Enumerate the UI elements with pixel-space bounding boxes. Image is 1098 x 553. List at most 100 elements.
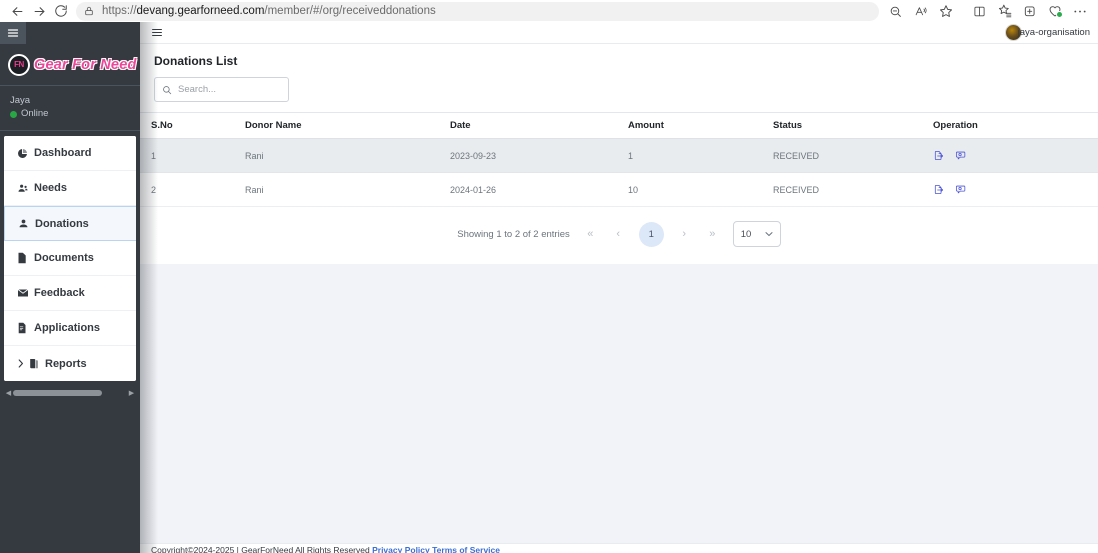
sidebar-item-donations[interactable]: Donations [4,206,136,241]
last-page-button[interactable]: » [705,228,720,240]
user-menu-label: jaya-organisation [1017,27,1090,38]
export-document-icon[interactable] [933,150,944,161]
search-icon [162,85,172,95]
hamburger-icon[interactable] [151,27,163,38]
column-header-amount[interactable]: Amount [628,112,773,139]
donations-card: Donations List S.No Donor Name Date Amou… [140,44,1098,264]
column-header-status[interactable]: Status [773,112,933,139]
scroll-left-arrow-icon[interactable]: ◀ [4,389,13,397]
cell-amount: 1 [628,138,773,173]
sidebar-item-dashboard[interactable]: Dashboard [4,136,136,171]
status-badge [1056,11,1063,18]
cell-sno: 2 [140,172,245,207]
sidebar-user-status-label: Online [21,108,49,119]
add-tab-group-icon[interactable] [1017,1,1042,21]
back-arrow-icon[interactable] [6,1,28,21]
sidebar-item-label: Feedback [34,287,85,299]
top-navbar: jaya-organisation [140,22,1098,44]
brand-badge-icon: FN [8,53,30,76]
column-header-date[interactable]: Date [450,112,628,139]
reload-icon[interactable] [50,1,72,21]
sidebar-item-feedback[interactable]: Feedback [4,276,136,311]
pagination: Showing 1 to 2 of 2 entries « ‹ 1 › » 10 [140,207,1098,264]
previous-page-button[interactable]: ‹ [611,228,626,240]
sidebar-item-applications[interactable]: Applications [4,311,136,346]
page-size-select[interactable]: 10 [732,221,781,247]
sidebar-item-documents[interactable]: Documents [4,241,136,276]
donation-hand-icon [18,218,33,229]
split-screen-icon[interactable] [967,1,992,21]
sidebar-item-label: Needs [34,182,68,194]
url-text: https://devang.gearforneed.com/member/#/… [102,5,436,17]
envelope-icon [17,288,32,298]
search-box[interactable] [154,77,289,102]
browser-essentials-icon[interactable] [1042,1,1067,21]
table-row[interactable]: 1 Rani 2023-09-23 1 RECEIVED [140,138,1098,173]
lock-icon [84,6,94,16]
footer-copyright: Copyright©2024-2025 | GearForNeed All Ri… [151,545,373,553]
brand-logo[interactable]: FN Gear For Need [0,44,140,86]
chevron-right-icon [17,359,28,368]
search-input[interactable] [178,84,281,95]
read-aloud-icon[interactable] [908,1,933,21]
forward-arrow-icon[interactable] [28,1,50,21]
donations-table: S.No Donor Name Date Amount Status Opera… [140,112,1098,207]
view-comment-icon[interactable] [955,150,966,161]
first-page-button[interactable]: « [583,228,598,240]
pagination-info: Showing 1 to 2 of 2 entries [457,228,570,240]
sidebar-user-panel: Jaya Online [0,86,140,131]
terms-of-service-link[interactable]: Terms of Service [432,545,500,553]
settings-more-icon[interactable] [1067,1,1092,21]
sidebar-user-status: Online [10,107,140,121]
zoom-out-icon[interactable] [883,1,908,21]
sidebar-item-label: Reports [45,357,87,370]
cell-status: RECEIVED [773,172,933,207]
sidebar-item-label: Dashboard [34,147,92,159]
cell-sno: 1 [140,138,245,173]
cell-donor: Rani [245,172,450,207]
view-comment-icon[interactable] [955,184,966,195]
user-menu[interactable]: jaya-organisation [1004,24,1090,41]
sidebar-item-needs[interactable]: Needs [4,171,136,206]
next-page-button[interactable]: › [677,228,692,240]
chevron-down-icon [765,230,773,239]
sidebar-item-label: Documents [34,252,94,264]
export-document-icon[interactable] [933,184,944,195]
dashboard-pie-icon [17,148,32,159]
sidebar-item-label: Applications [34,322,101,334]
main-content: jaya-organisation Donations List S.No Do… [140,22,1098,553]
reports-book-icon [28,358,43,370]
table-row[interactable]: 2 Rani 2024-01-26 10 RECEIVED [140,172,1098,207]
cell-operation [933,172,1098,207]
column-header-operation: Operation [933,112,1098,139]
cell-status: RECEIVED [773,138,933,173]
table-head: S.No Donor Name Date Amount Status Opera… [140,112,1098,139]
privacy-policy-link[interactable]: Privacy Policy [372,545,430,553]
favorite-star-icon[interactable] [933,1,958,21]
column-header-sno[interactable]: S.No [140,112,245,139]
cell-date: 2023-09-23 [450,138,628,173]
app-page: FN Gear For Need Jaya Online Dashboard N [0,22,1098,553]
application-file-icon [17,322,32,334]
sidebar-item-reports[interactable]: Reports [4,346,136,381]
scroll-right-arrow-icon[interactable]: ▶ [127,389,136,397]
brand-name: Gear For Need [34,56,137,73]
sidebar-toggle-button[interactable] [0,22,26,44]
address-bar[interactable]: https://devang.gearforneed.com/member/#/… [76,1,879,21]
document-icon [17,252,32,264]
scrollbar-track[interactable] [13,389,127,396]
scrollbar-thumb[interactable] [13,389,102,396]
column-header-donor-name[interactable]: Donor Name [245,112,450,139]
online-status-dot [10,110,17,118]
card-header: Donations List [140,44,1098,102]
table-header-row: S.No Donor Name Date Amount Status Opera… [140,112,1098,139]
cell-amount: 10 [628,172,773,207]
footer: Copyright©2024-2025 | GearForNeed All Ri… [140,543,1098,553]
page-number-button[interactable]: 1 [638,221,664,247]
collections-icon[interactable] [992,1,1017,21]
people-icon [17,183,32,194]
browser-toolbar: https://devang.gearforneed.com/member/#/… [0,0,1098,22]
sidebar-user-name: Jaya [10,95,31,106]
sidebar-horizontal-scrollbar[interactable]: ◀ ▶ [4,387,136,398]
page-title: Donations List [154,54,238,68]
